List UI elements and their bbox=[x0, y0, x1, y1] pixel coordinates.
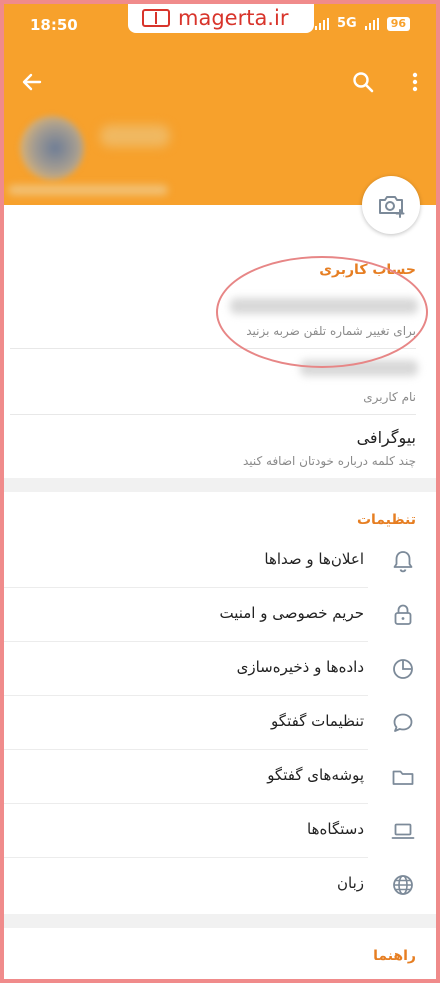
laptop-icon bbox=[391, 823, 415, 839]
watermark: magerta.ir bbox=[128, 3, 314, 33]
profile-header: 18:50 5G 96 magerta.ir bbox=[0, 0, 440, 205]
settings-item-label: تنظیمات گفتگو bbox=[271, 712, 364, 730]
settings-item-devices[interactable]: دستگاه‌ها bbox=[0, 804, 440, 858]
settings-item-label: زبان bbox=[336, 874, 364, 892]
camera-add-icon bbox=[379, 196, 405, 218]
back-arrow-icon[interactable] bbox=[20, 70, 44, 94]
bell-icon bbox=[393, 551, 413, 573]
profile-name-redacted bbox=[100, 125, 170, 147]
section-separator bbox=[0, 478, 440, 492]
pie-chart-icon bbox=[393, 659, 413, 679]
watermark-text: magerta.ir bbox=[178, 6, 289, 30]
settings-item-label: داده‌ها و ذخیره‌سازی bbox=[236, 658, 364, 676]
bio-title[interactable]: بیوگرافی bbox=[357, 428, 416, 447]
settings-item-chat-settings[interactable]: تنظیمات گفتگو bbox=[0, 696, 440, 750]
settings-item-privacy[interactable]: حریم خصوصی و امنیت bbox=[0, 588, 440, 642]
more-options-icon[interactable] bbox=[403, 70, 427, 94]
network-type: 5G bbox=[336, 16, 357, 31]
lock-icon bbox=[394, 604, 412, 625]
battery-icon: 96 bbox=[386, 16, 410, 31]
globe-icon bbox=[393, 875, 413, 895]
signal-icon-2 bbox=[364, 17, 379, 30]
chat-bubble-icon bbox=[393, 713, 413, 732]
settings-item-notifications[interactable]: اعلان‌ها و صداها bbox=[0, 534, 440, 588]
settings-item-label: دستگاه‌ها bbox=[307, 820, 364, 838]
highlight-circle bbox=[216, 256, 428, 368]
bio-hint[interactable]: چند کلمه درباره خودتان اضافه کنید bbox=[243, 454, 416, 468]
help-section-title: راهنما bbox=[373, 948, 416, 964]
username-label[interactable]: نام کاربری bbox=[363, 390, 416, 404]
status-time: 18:50 bbox=[30, 16, 78, 34]
signal-icon bbox=[314, 17, 329, 30]
settings-item-label: پوشه‌های گفتگو bbox=[267, 766, 364, 784]
profile-status-redacted bbox=[8, 185, 168, 195]
watermark-logo-icon bbox=[142, 9, 170, 27]
username-divider bbox=[10, 414, 416, 415]
search-icon[interactable] bbox=[351, 70, 375, 94]
set-photo-button[interactable] bbox=[362, 176, 420, 234]
settings-item-label: اعلان‌ها و صداها bbox=[264, 550, 364, 568]
status-indicators: 5G 96 bbox=[314, 16, 410, 31]
settings-item-label: حریم خصوصی و امنیت bbox=[219, 604, 364, 622]
avatar[interactable] bbox=[20, 116, 84, 180]
settings-section-title: تنظیمات bbox=[356, 512, 416, 528]
settings-item-chat-folders[interactable]: پوشه‌های گفتگو bbox=[0, 750, 440, 804]
folder-icon bbox=[392, 770, 414, 785]
settings-item-language[interactable]: زبان bbox=[0, 858, 440, 912]
section-separator-2 bbox=[0, 914, 440, 928]
settings-item-data-storage[interactable]: داده‌ها و ذخیره‌سازی bbox=[0, 642, 440, 696]
